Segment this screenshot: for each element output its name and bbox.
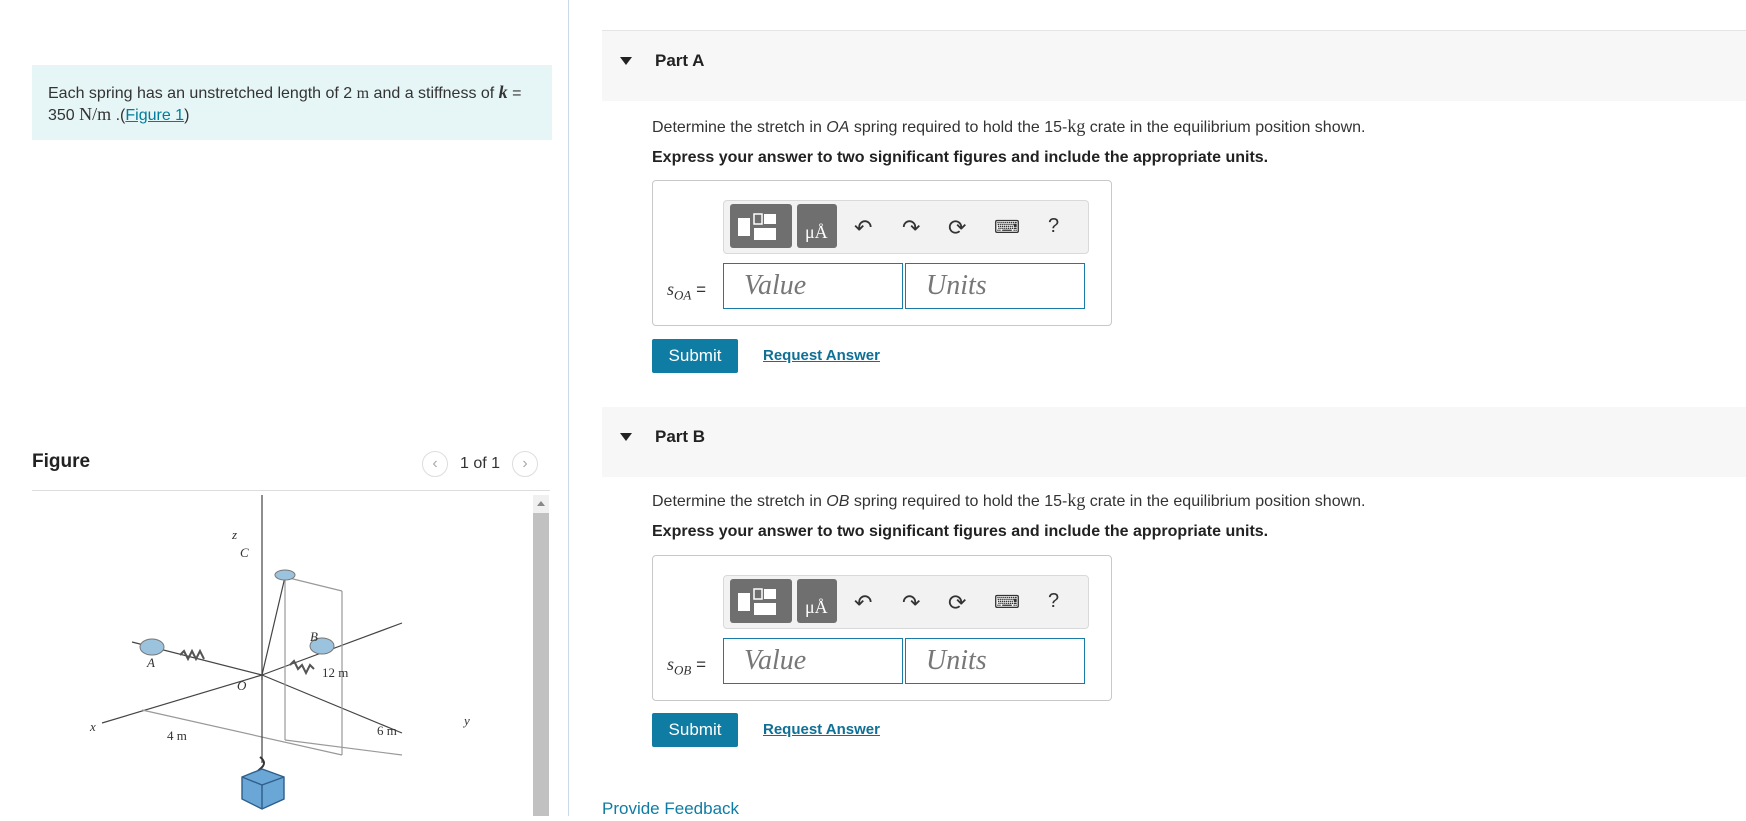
question-text: Determine the stretch in: [652, 119, 827, 136]
label-12m: 12 m: [322, 665, 348, 680]
help-button[interactable]: ?: [1048, 590, 1059, 613]
unit-nm: N/m: [79, 104, 112, 124]
undo-icon[interactable]: ↶: [854, 215, 872, 241]
label-b: B: [310, 629, 318, 644]
var-subscript: OA: [674, 287, 692, 303]
units-input[interactable]: Units: [905, 638, 1085, 684]
part-a-question: Determine the stretch in OA spring requi…: [652, 116, 1366, 137]
var-symbol: s: [667, 654, 675, 674]
mu-angstrom-label: μÅ: [805, 597, 828, 617]
problem-statement: Each spring has an unstretched length of…: [32, 65, 552, 140]
templates-icon: [738, 213, 778, 240]
part-b-question: Determine the stretch in OB spring requi…: [652, 490, 1366, 511]
figure-scrollbar[interactable]: [533, 495, 549, 816]
question-text: Determine the stretch in: [652, 493, 827, 510]
part-a-instructions: Express your answer to two significant f…: [652, 149, 1269, 166]
var-symbol: s: [667, 279, 675, 299]
part-b-header[interactable]: Part B: [602, 407, 1746, 477]
figure-pager: ‹ 1 of 1 ›: [422, 451, 539, 477]
template-button[interactable]: [730, 579, 792, 623]
request-answer-link[interactable]: Request Answer: [763, 347, 880, 364]
keyboard-icon[interactable]: ⌨: [994, 592, 1020, 613]
variable-label: sOA =: [667, 279, 706, 303]
right-panel: Part A Determine the stretch in OA sprin…: [602, 0, 1746, 819]
prev-figure-button[interactable]: ‹: [422, 451, 448, 477]
collapse-caret-icon[interactable]: [620, 57, 632, 65]
problem-text: =: [507, 85, 522, 102]
question-text: spring required to hold the 15-: [849, 493, 1068, 510]
chevron-left-icon: ‹: [432, 455, 438, 472]
submit-button[interactable]: Submit: [652, 339, 738, 373]
part-a-title: Part A: [655, 51, 705, 70]
problem-text: .(: [111, 107, 126, 124]
unit-kg: kg: [1067, 116, 1086, 136]
unit-m: m: [356, 85, 370, 102]
submit-button[interactable]: Submit: [652, 713, 738, 747]
figure-divider: [32, 490, 550, 491]
equals-sign: =: [691, 655, 707, 674]
pager-text: 1 of 1: [460, 455, 501, 472]
units-symbol-button[interactable]: μÅ: [797, 579, 837, 623]
reset-icon[interactable]: ⟳: [948, 590, 966, 616]
spring-diagram: z C B A O x y 12 m 4 m 6 m: [89, 495, 470, 810]
question-text: spring required to hold the 15-: [849, 119, 1068, 136]
part-b-instructions: Express your answer to two significant f…: [652, 523, 1269, 540]
collapse-caret-icon[interactable]: [620, 433, 632, 441]
problem-text: and a stiffness of: [369, 85, 499, 102]
part-b-answer-box: μÅ ↶ ↷ ⟳ ⌨ ? sOB = Value Units: [652, 555, 1112, 701]
unit-kg: kg: [1067, 490, 1086, 510]
value-input[interactable]: Value: [723, 638, 903, 684]
label-4m: 4 m: [167, 728, 187, 743]
problem-text: Each spring has an unstretched length of…: [48, 85, 357, 102]
question-text: crate in the equilibrium position shown.: [1085, 119, 1366, 136]
mu-angstrom-label: μÅ: [805, 222, 828, 242]
figure-link[interactable]: Figure 1: [125, 107, 184, 124]
equals-sign: =: [691, 280, 707, 299]
spring-name: OA: [826, 119, 850, 136]
templates-icon: [738, 588, 778, 615]
label-y: y: [462, 713, 470, 728]
label-z: z: [231, 527, 237, 542]
label-a: A: [146, 655, 155, 670]
request-answer-link[interactable]: Request Answer: [763, 721, 880, 738]
redo-icon[interactable]: ↷: [902, 215, 920, 241]
keyboard-icon[interactable]: ⌨: [994, 217, 1020, 238]
figure-heading: Figure: [32, 451, 91, 472]
problem-text: ): [184, 107, 190, 124]
next-figure-button[interactable]: ›: [512, 451, 539, 477]
units-symbol-button[interactable]: μÅ: [797, 204, 837, 248]
scroll-thumb[interactable]: [533, 513, 549, 816]
reset-icon[interactable]: ⟳: [948, 215, 966, 241]
units-input[interactable]: Units: [905, 263, 1085, 309]
chevron-right-icon: ›: [522, 455, 528, 472]
label-c: C: [240, 545, 249, 560]
label-o: O: [237, 678, 247, 693]
label-6m: 6 m: [377, 723, 397, 738]
problem-text: 350: [48, 107, 80, 124]
k-symbol: k: [498, 82, 508, 102]
template-button[interactable]: [730, 204, 792, 248]
help-button[interactable]: ?: [1048, 215, 1059, 238]
part-a-header[interactable]: Part A: [602, 31, 1746, 101]
left-panel: Each spring has an unstretched length of…: [0, 0, 568, 816]
question-text: crate in the equilibrium position shown.: [1085, 493, 1366, 510]
scroll-up-arrow-icon[interactable]: [537, 501, 545, 506]
math-toolbar: μÅ ↶ ↷ ⟳ ⌨ ?: [723, 200, 1089, 254]
part-b-title: Part B: [655, 427, 706, 446]
provide-feedback-link[interactable]: Provide Feedback: [602, 799, 739, 819]
panel-divider: [568, 0, 569, 816]
var-subscript: OB: [674, 662, 692, 678]
part-a-answer-box: μÅ ↶ ↷ ⟳ ⌨ ? sOA = Value Units: [652, 180, 1112, 326]
variable-label: sOB =: [667, 654, 706, 678]
figure-image: z C B A O x y 12 m 4 m 6 m: [32, 495, 532, 816]
spring-name: OB: [826, 493, 850, 510]
math-toolbar: μÅ ↶ ↷ ⟳ ⌨ ?: [723, 575, 1089, 629]
value-input[interactable]: Value: [723, 263, 903, 309]
redo-icon[interactable]: ↷: [902, 590, 920, 616]
undo-icon[interactable]: ↶: [854, 590, 872, 616]
label-x: x: [89, 719, 96, 734]
